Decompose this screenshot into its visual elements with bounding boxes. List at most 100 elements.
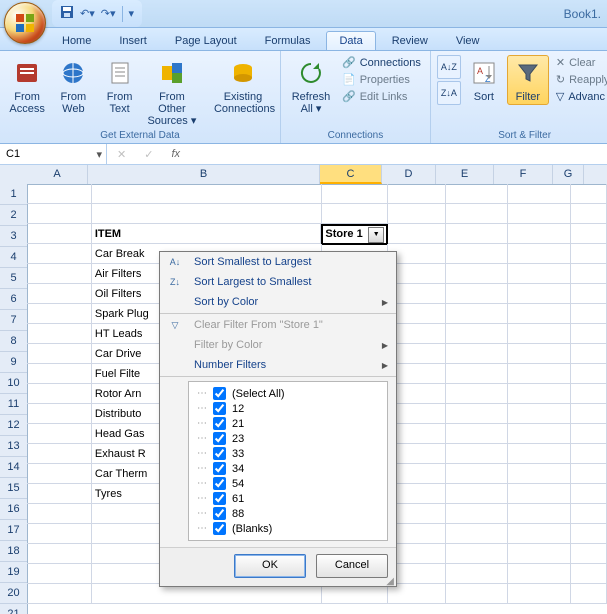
cell-E20[interactable] — [446, 564, 508, 584]
check-value-54[interactable]: ⋯54 — [197, 476, 383, 491]
ok-button[interactable]: OK — [234, 554, 306, 578]
check-value-21[interactable]: ⋯21 — [197, 416, 383, 431]
existing-connections-button[interactable]: Existing Connections — [212, 55, 274, 117]
check-value-21-checkbox[interactable] — [213, 417, 226, 430]
check-value-33[interactable]: ⋯33 — [197, 446, 383, 461]
from-text-button[interactable]: From Text — [98, 55, 140, 117]
cell-B2[interactable] — [92, 204, 322, 224]
cell-B1[interactable] — [92, 184, 322, 204]
col-header-e[interactable]: E — [436, 165, 494, 184]
tab-insert[interactable]: Insert — [107, 32, 159, 50]
cell-F15[interactable] — [508, 464, 571, 484]
check-value-88-checkbox[interactable] — [213, 507, 226, 520]
cell-C1[interactable] — [322, 184, 388, 204]
row-header-4[interactable]: 4 — [0, 247, 27, 268]
cell-F13[interactable] — [508, 424, 571, 444]
row-header-10[interactable]: 10 — [0, 373, 27, 394]
cell-F7[interactable] — [508, 304, 571, 324]
cell-D21[interactable] — [388, 584, 446, 604]
cell-G19[interactable] — [571, 544, 607, 564]
cell-F17[interactable] — [508, 504, 571, 524]
cell-F19[interactable] — [508, 544, 571, 564]
cell-E13[interactable] — [446, 424, 508, 444]
check-value-61[interactable]: ⋯61 — [197, 491, 383, 506]
cell-E3[interactable] — [446, 224, 508, 244]
cell-E16[interactable] — [446, 484, 508, 504]
check-value-54-checkbox[interactable] — [213, 477, 226, 490]
redo-icon[interactable]: ↷▾ — [101, 7, 116, 20]
tab-formulas[interactable]: Formulas — [253, 32, 323, 50]
cell-G10[interactable] — [571, 364, 607, 384]
row-header-14[interactable]: 14 — [0, 457, 27, 478]
cell-G6[interactable] — [571, 284, 607, 304]
cell-G16[interactable] — [571, 484, 607, 504]
filter-dropdown-button[interactable]: ▼ — [368, 227, 384, 243]
row-header-12[interactable]: 12 — [0, 415, 27, 436]
row-header-11[interactable]: 11 — [0, 394, 27, 415]
row-header-17[interactable]: 17 — [0, 520, 27, 541]
cell-G20[interactable] — [571, 564, 607, 584]
cell-F5[interactable] — [508, 264, 571, 284]
cell-F6[interactable] — [508, 284, 571, 304]
sort-asc-button[interactable]: A↓Z — [437, 55, 461, 79]
cell-G3[interactable] — [571, 224, 607, 244]
cell-E1[interactable] — [446, 184, 508, 204]
cell-D2[interactable] — [388, 204, 446, 224]
cell-F3[interactable] — [508, 224, 571, 244]
tab-home[interactable]: Home — [50, 32, 103, 50]
cell-F10[interactable] — [508, 364, 571, 384]
cell-A5[interactable] — [27, 264, 92, 284]
cell-E15[interactable] — [446, 464, 508, 484]
sort-desc-button[interactable]: Z↓A — [437, 81, 461, 105]
cell-F14[interactable] — [508, 444, 571, 464]
cell-A1[interactable] — [27, 184, 92, 204]
cell-A3[interactable] — [27, 224, 92, 244]
cell-E5[interactable] — [446, 264, 508, 284]
cancel-button[interactable]: Cancel — [316, 554, 388, 578]
row-header-2[interactable]: 2 — [0, 205, 27, 226]
cell-A4[interactable] — [27, 244, 92, 264]
cell-F11[interactable] — [508, 384, 571, 404]
cell-A20[interactable] — [27, 564, 92, 584]
cell-E7[interactable] — [446, 304, 508, 324]
cell-C3[interactable]: Store 1▼ — [321, 224, 388, 245]
cell-G17[interactable] — [571, 504, 607, 524]
col-header-a[interactable]: A — [27, 165, 88, 184]
check-value-34-checkbox[interactable] — [213, 462, 226, 475]
sort-smallest-largest[interactable]: A↓ Sort Smallest to Largest — [160, 252, 396, 272]
office-button[interactable] — [4, 2, 46, 44]
cell-F8[interactable] — [508, 324, 571, 344]
cell-F18[interactable] — [508, 524, 571, 544]
row-header-6[interactable]: 6 — [0, 289, 27, 310]
cell-G5[interactable] — [571, 264, 607, 284]
name-box-arrow-icon[interactable]: ▾ — [96, 148, 102, 161]
name-box[interactable]: C1 ▾ — [0, 144, 107, 164]
check-value-33-checkbox[interactable] — [213, 447, 226, 460]
cell-G4[interactable] — [571, 244, 607, 264]
cell-E10[interactable] — [446, 364, 508, 384]
cell-F1[interactable] — [508, 184, 571, 204]
filter-button[interactable]: Filter — [507, 55, 549, 105]
row-header-18[interactable]: 18 — [0, 541, 27, 562]
refresh-all-button[interactable]: Refresh All ▾ — [287, 55, 335, 117]
cell-F4[interactable] — [508, 244, 571, 264]
cell-G8[interactable] — [571, 324, 607, 344]
from-other-sources-button[interactable]: From Other Sources ▾ — [145, 55, 199, 129]
cell-A8[interactable] — [27, 324, 92, 344]
cell-C2[interactable] — [322, 204, 388, 224]
fx-icon[interactable]: fx — [171, 148, 180, 160]
row-header-20[interactable]: 20 — [0, 583, 27, 604]
cell-E2[interactable] — [446, 204, 508, 224]
save-icon[interactable] — [60, 5, 74, 22]
col-header-d[interactable]: D — [382, 165, 436, 184]
tab-review[interactable]: Review — [380, 32, 440, 50]
row-header-9[interactable]: 9 — [0, 352, 27, 373]
cell-E4[interactable] — [446, 244, 508, 264]
cell-E19[interactable] — [446, 544, 508, 564]
check-select-all-checkbox[interactable] — [213, 387, 226, 400]
select-all-corner[interactable] — [0, 165, 28, 185]
check-value-12-checkbox[interactable] — [213, 402, 226, 415]
cell-G12[interactable] — [571, 404, 607, 424]
from-web-button[interactable]: From Web — [52, 55, 94, 117]
cell-G21[interactable] — [571, 584, 607, 604]
